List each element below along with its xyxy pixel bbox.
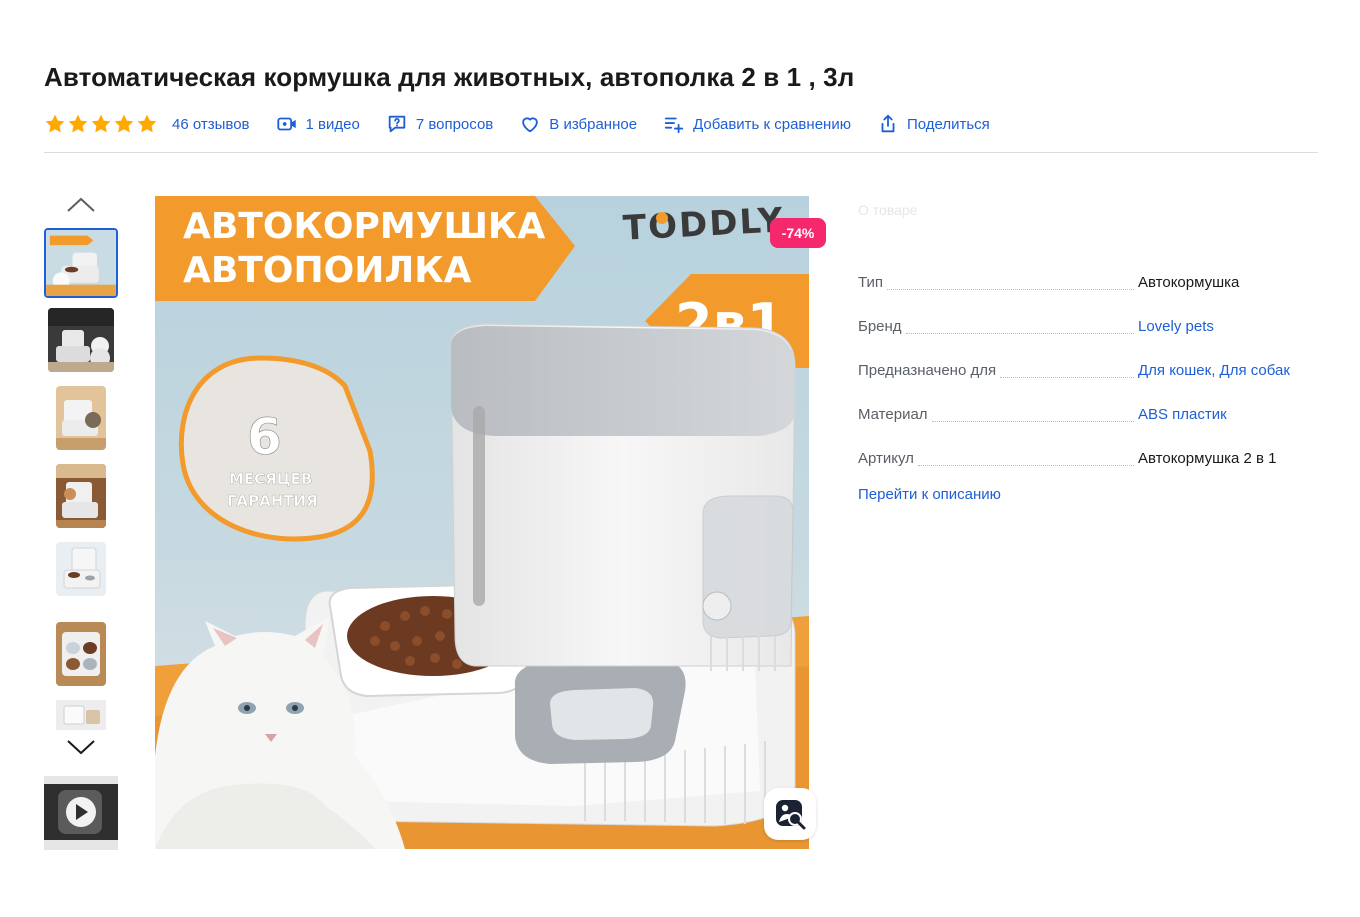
- go-to-description-link[interactable]: Перейти к описанию: [858, 486, 1001, 503]
- spec-leader: [1000, 377, 1134, 378]
- thumbnail-1[interactable]: [44, 228, 118, 298]
- thumbnail-6[interactable]: [56, 622, 106, 686]
- video-thumbnail-image: [44, 776, 118, 850]
- warranty-line-2: ГАРАНТИЯ: [227, 492, 318, 510]
- question-icon: [388, 115, 406, 133]
- warranty-number: 6: [247, 408, 282, 466]
- spec-value: Автокормушка 2 в 1: [1138, 450, 1277, 467]
- share-icon: [881, 114, 895, 133]
- thumbnail-3[interactable]: [56, 386, 106, 450]
- product-photo: АВТОКОРМУШКА АВТОПОИЛКА TODDLY 2в1 6 МЕС…: [155, 196, 809, 849]
- spec-key: Артикул: [858, 450, 914, 467]
- chevron-down-icon: [67, 740, 95, 755]
- video-thumbnail[interactable]: [44, 776, 118, 850]
- thumbnails-down-button[interactable]: [64, 734, 98, 760]
- warranty-line-1: МЕСЯЦЕВ: [229, 470, 312, 488]
- star-icon: [45, 114, 65, 133]
- spec-row: Предназначено для Для кошек, Для собак: [858, 338, 1320, 382]
- paw-icon: [656, 212, 668, 224]
- main-product-image[interactable]: АВТОКОРМУШКА АВТОПОИЛКА TODDLY 2в1 6 МЕС…: [155, 196, 809, 849]
- header-divider: [44, 152, 1318, 153]
- heart-icon: [522, 117, 539, 133]
- spec-leader: [905, 333, 1134, 334]
- thumbnail-5-image: [56, 542, 106, 596]
- thumbnail-6-image: [56, 622, 106, 686]
- spec-value: Автокормушка: [1138, 274, 1240, 291]
- spec-row: Материал ABS пластик: [858, 382, 1320, 426]
- video-link-label: 1 видео: [305, 115, 360, 133]
- spec-key: Тип: [858, 274, 884, 291]
- questions-link[interactable]: 7 вопросов: [386, 113, 493, 135]
- chevron-up-icon: [67, 197, 95, 212]
- product-title: Автоматическая кормушка для животных, ав…: [44, 62, 855, 92]
- thumbnail-5[interactable]: [56, 542, 106, 596]
- spec-value-link[interactable]: ABS пластик: [1138, 405, 1320, 426]
- compare-icon: [664, 117, 684, 134]
- spec-row: Артикул Автокормушка 2 в 1: [858, 426, 1320, 470]
- product-meta-bar: 46 отзывов 1 видео 7 вопросов В избранно…: [44, 111, 1016, 137]
- thumbnail-1-image: [46, 230, 116, 296]
- spec-leader: [887, 289, 1134, 290]
- specs-table: Тип Автокормушка Бренд Lovely pets Предн…: [858, 250, 1320, 470]
- thumbnail-strip: [44, 190, 119, 850]
- thumbnail-2-image: [48, 308, 114, 372]
- spec-row: Бренд Lovely pets: [858, 294, 1320, 338]
- specs-header: О товаре: [858, 202, 918, 218]
- share-button[interactable]: Поделиться: [877, 113, 990, 135]
- spec-leader: [931, 421, 1134, 422]
- video-link[interactable]: 1 видео: [276, 113, 360, 135]
- favorite-button[interactable]: В избранное: [519, 113, 637, 135]
- thumbnail-7-image: [56, 700, 106, 730]
- thumbnail-3-image: [56, 386, 106, 450]
- thumbnail-2[interactable]: [48, 308, 114, 372]
- spec-value-link[interactable]: Lovely pets: [1138, 317, 1320, 338]
- share-button-label: Поделиться: [906, 115, 990, 133]
- image-headline-1: АВТОКОРМУШКА: [183, 206, 545, 247]
- star-icon: [91, 114, 111, 133]
- thumbnail-4[interactable]: [56, 464, 106, 528]
- favorite-button-label: В избранное: [549, 115, 638, 133]
- spec-leader: [917, 465, 1134, 466]
- questions-link-label: 7 вопросов: [415, 115, 494, 133]
- compare-button[interactable]: Добавить к сравнению: [663, 113, 851, 135]
- compare-button-label: Добавить к сравнению: [693, 115, 851, 133]
- image-search-icon: [776, 800, 806, 830]
- spec-key: Материал: [858, 406, 928, 423]
- rating-stars[interactable]: [44, 113, 158, 135]
- spec-row: Тип Автокормушка: [858, 250, 1320, 294]
- reviews-link[interactable]: 46 отзывов: [172, 116, 250, 133]
- discount-badge: -74%: [770, 218, 826, 248]
- spec-key: Предназначено для: [858, 362, 997, 379]
- brand-logo-text: TODDLY: [622, 200, 785, 248]
- thumbnail-7[interactable]: [56, 700, 106, 730]
- reviews-link-label: 46 отзывов: [172, 115, 250, 133]
- video-icon: [276, 117, 296, 131]
- image-search-button[interactable]: [764, 788, 816, 840]
- star-icon: [68, 114, 88, 133]
- star-icon: [114, 114, 134, 133]
- spec-value-link[interactable]: Для кошек, Для собак: [1138, 361, 1320, 382]
- image-headline-2: АВТОПОИЛКА: [183, 250, 472, 291]
- spec-key: Бренд: [858, 318, 902, 335]
- thumbnails-up-button[interactable]: [64, 192, 98, 218]
- thumbnail-4-image: [56, 464, 106, 528]
- star-icon: [137, 114, 157, 133]
